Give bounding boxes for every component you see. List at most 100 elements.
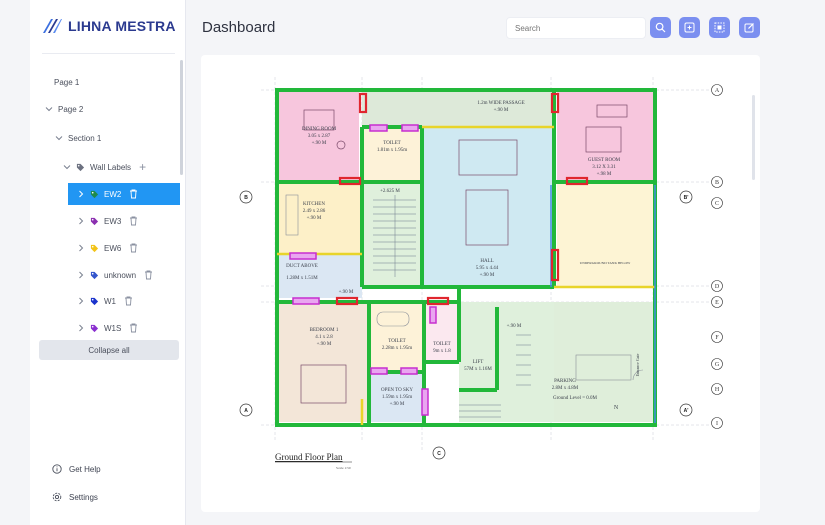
get-help-label: Get Help <box>69 464 101 474</box>
select-region-button[interactable] <box>709 17 730 38</box>
label-item-w1s[interactable]: W1S <box>76 317 138 339</box>
room-size-bedroom: 4.1 x 2.8 <box>315 335 333 340</box>
tag-icon <box>90 324 99 332</box>
section-label-c: C <box>437 451 441 457</box>
room-size-toilet-3: 9m x 1.8 <box>433 349 451 354</box>
edit-icon <box>744 23 754 33</box>
room-level-parking: Ground Level = 0.0M <box>553 396 597 401</box>
search-button[interactable] <box>650 17 671 38</box>
grid-label-b: B <box>715 180 719 186</box>
annotation-stair-level: +2.625 M <box>380 189 400 194</box>
floor-plan-image[interactable]: DINING ROOM 3.05 x 2.87 +.90 M 1.2m WIDE… <box>201 55 760 512</box>
trash-icon[interactable] <box>129 216 138 226</box>
tree-item-page-1[interactable]: Page 1 <box>54 71 79 93</box>
label-name: unknown <box>104 270 137 280</box>
trash-icon[interactable] <box>129 323 138 333</box>
add-region-button[interactable] <box>679 17 700 38</box>
plan-title: Ground Floor Plan <box>275 452 343 462</box>
room-label-toilet-2: TOILET <box>388 339 405 344</box>
grid-label-d: D <box>715 284 720 290</box>
room-fill-bedroom <box>279 302 369 422</box>
grid-label-g: G <box>715 362 720 368</box>
room-label-tank: UNDERGROUND TANK BELOW <box>580 261 631 265</box>
room-label-bedroom: BEDROOM 1 <box>310 328 339 333</box>
room-fill-toilet-1 <box>362 127 422 182</box>
room-label-kitchen: KITCHEN <box>303 202 325 207</box>
brand-logo[interactable]: LIHNA MESTRA <box>42 18 176 34</box>
label-item-ew3[interactable]: EW3 <box>76 210 138 232</box>
label-item-unknown[interactable]: unknown <box>76 264 153 286</box>
tag-icon <box>90 190 99 198</box>
edit-button[interactable] <box>739 17 760 38</box>
get-help-link[interactable]: Get Help <box>52 464 101 474</box>
tree-item-page-2[interactable]: Page 2 <box>44 98 83 120</box>
chevron-right-icon[interactable] <box>76 243 86 253</box>
room-level-guest: +.98 M <box>597 172 612 177</box>
chevron-down-icon[interactable] <box>44 104 54 114</box>
room-level-open-sky: +.90 M <box>390 402 405 407</box>
sidebar-scrollbar[interactable] <box>180 60 183 175</box>
add-label-icon[interactable]: + <box>139 161 146 173</box>
room-label-dining: DINING ROOM <box>302 127 337 132</box>
room-size-kitchen: 2.49 x 2.86 <box>303 209 326 214</box>
settings-link[interactable]: Settings <box>52 492 98 502</box>
app-window: LIHNA MESTRA Page 1 Page 2 Section 1 Wal… <box>0 0 825 525</box>
tree-item-label: Wall Labels <box>90 162 132 172</box>
room-label-passage: 1.2m WIDE PASSAGE <box>477 101 524 106</box>
room-fill-toilet-2 <box>369 302 424 372</box>
tag-icon <box>90 271 99 279</box>
chevron-right-icon[interactable] <box>76 323 86 333</box>
label-item-ew6[interactable]: EW6 <box>76 237 138 259</box>
trash-icon[interactable] <box>124 296 133 306</box>
room-fill-tank <box>557 182 653 286</box>
label-name: W1 <box>104 296 116 306</box>
room-size-hall: 5.95 x 4.44 <box>476 266 499 271</box>
search-icon <box>655 22 666 33</box>
canvas-scrollbar[interactable] <box>752 95 755 180</box>
sidebar: LIHNA MESTRA Page 1 Page 2 Section 1 Wal… <box>30 0 186 525</box>
label-item-w1[interactable]: W1 <box>76 290 133 312</box>
annotation-level-1: +.90 M <box>339 290 354 295</box>
chevron-right-icon[interactable] <box>76 216 86 226</box>
chevron-right-icon[interactable] <box>76 296 86 306</box>
add-square-icon <box>684 22 695 33</box>
grid-label-i: I <box>716 421 718 427</box>
grid-label-c: C <box>715 201 719 207</box>
section-label-b-prime: B' <box>684 195 689 201</box>
trash-icon[interactable] <box>129 243 138 253</box>
chevron-down-icon[interactable] <box>62 162 72 172</box>
section-label-a-prime: A' <box>684 408 689 414</box>
floor-plan-canvas[interactable]: DINING ROOM 3.05 x 2.87 +.90 M 1.2m WIDE… <box>201 55 760 512</box>
grid-label-h: H <box>715 387 720 393</box>
room-label-open-sky: OPEN TO SKY <box>381 388 413 393</box>
label-name: EW6 <box>104 243 122 253</box>
trash-icon[interactable] <box>144 270 153 280</box>
room-label-duct: DUCT ABOVE <box>286 264 318 269</box>
collapse-all-button[interactable]: Collapse all <box>39 340 179 360</box>
room-size-open-sky: 1.59m x 1.95m <box>382 395 412 400</box>
tag-icon <box>90 244 99 252</box>
tree-item-section-1[interactable]: Section 1 <box>54 127 101 149</box>
trash-icon[interactable] <box>129 189 138 199</box>
gear-icon <box>52 492 62 502</box>
room-fill-stairs <box>362 182 422 287</box>
room-fill-passage <box>362 92 554 127</box>
annotation-level-2: +.90 M <box>507 324 522 329</box>
plan-scale: Scale 1:50 <box>336 466 351 470</box>
chevron-right-icon[interactable] <box>76 189 86 199</box>
selection-icon <box>714 22 725 33</box>
room-size-guest: 3.12 X 3.31 <box>592 165 616 170</box>
annotation-gate: Entrance Gate <box>635 353 640 376</box>
label-item-ew2[interactable]: EW2 <box>68 183 180 205</box>
tree-item-label: Section 1 <box>68 133 102 143</box>
tree-item-wall-labels[interactable]: Wall Labels + <box>62 156 146 178</box>
chevron-down-icon[interactable] <box>54 133 64 143</box>
north-marker: N <box>614 405 619 411</box>
room-label-toilet-3: TOILET <box>433 342 450 347</box>
tag-icon <box>76 163 85 171</box>
room-label-guest: GUEST ROOM <box>588 158 621 163</box>
chevron-right-icon[interactable] <box>76 270 86 280</box>
logo-divider <box>42 53 175 54</box>
room-label-lift: LIFT <box>473 360 484 365</box>
search-input[interactable] <box>506 17 646 39</box>
